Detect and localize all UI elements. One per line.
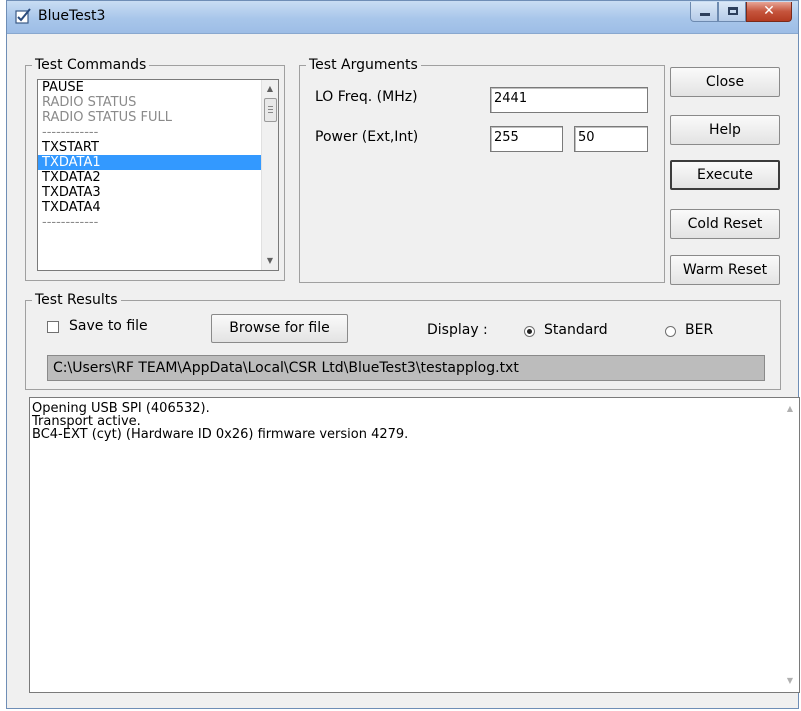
display-ber-radio[interactable] — [665, 326, 676, 337]
checkbox-check-icon — [15, 8, 31, 24]
caption-buttons: ✕ — [690, 2, 792, 23]
help-button[interactable]: Help — [670, 115, 780, 145]
warm-reset-button[interactable]: Warm Reset — [670, 255, 780, 285]
test-commands-list: PAUSE RADIO STATUS RADIO STATUS FULL ------… — [38, 80, 261, 230]
list-item[interactable]: TXDATA2 — [38, 170, 261, 185]
window-title: BlueTest3 — [38, 8, 106, 24]
log-path-field[interactable]: C:\Users\RF TEAM\AppData\Local\CSR Ltd\B… — [47, 355, 765, 381]
list-item[interactable]: ------------ — [38, 125, 261, 140]
execute-button[interactable]: Execute — [670, 160, 780, 190]
lo-freq-input[interactable]: 2441 — [490, 87, 648, 113]
maximize-icon — [728, 7, 738, 15]
minimize-button[interactable] — [690, 2, 718, 22]
maximize-button[interactable] — [718, 2, 746, 22]
output-line: BC4-EXT (cyt) (Hardware ID 0x26) firmwar… — [32, 427, 409, 442]
save-to-file-label: Save to file — [69, 318, 148, 334]
display-label: Display : — [427, 322, 488, 338]
radio-selected-dot-icon — [527, 329, 532, 334]
save-to-file-checkbox[interactable] — [47, 321, 59, 333]
test-commands-listbox[interactable]: PAUSE RADIO STATUS RADIO STATUS FULL ------… — [37, 79, 279, 271]
output-scrollbar[interactable]: ▲ ▼ — [782, 398, 799, 692]
scroll-thumb[interactable] — [264, 98, 277, 122]
list-item[interactable]: RADIO STATUS FULL — [38, 110, 261, 125]
test-arguments-legend: Test Arguments — [306, 57, 421, 73]
scroll-up-arrow-icon[interactable]: ▲ — [262, 81, 278, 97]
power-label: Power (Ext,Int) — [315, 129, 419, 145]
close-icon: ✕ — [763, 3, 775, 19]
close-button[interactable]: Close — [670, 67, 780, 97]
minimize-icon — [700, 13, 710, 16]
cold-reset-button[interactable]: Cold Reset — [670, 209, 780, 239]
scroll-up-arrow-icon[interactable]: ▲ — [782, 401, 798, 417]
test-commands-legend: Test Commands — [32, 57, 150, 73]
lo-freq-label: LO Freq. (MHz) — [315, 89, 418, 105]
output-lines: Opening USB SPI (406532). Transport activ… — [32, 402, 408, 441]
close-window-button[interactable]: ✕ — [746, 2, 792, 22]
list-item[interactable]: TXSTART — [38, 140, 261, 155]
display-standard-radio[interactable] — [524, 326, 535, 337]
display-ber-label: BER — [685, 322, 714, 338]
bluetest3-window: BlueTest3 ✕ Test Commands PAUSE RADIO STA… — [6, 0, 800, 709]
list-item[interactable]: TXDATA4 — [38, 200, 261, 215]
title-bar[interactable]: BlueTest3 ✕ — [7, 1, 798, 34]
output-textarea[interactable]: Opening USB SPI (406532). Transport activ… — [29, 397, 800, 693]
power-ext-input[interactable]: 255 — [490, 126, 563, 152]
list-item[interactable]: RADIO STATUS — [38, 95, 261, 110]
list-item[interactable]: PAUSE — [38, 80, 261, 95]
list-item[interactable]: ------------ — [38, 215, 261, 230]
list-item[interactable]: TXDATA1 — [38, 155, 261, 170]
power-int-input[interactable]: 50 — [574, 126, 648, 152]
scroll-down-arrow-icon[interactable]: ▼ — [782, 673, 798, 689]
browse-for-file-button[interactable]: Browse for file — [211, 314, 348, 343]
test-commands-scrollbar[interactable]: ▲ ▼ — [261, 80, 278, 270]
display-standard-label: Standard — [544, 322, 608, 338]
test-results-legend: Test Results — [32, 292, 121, 308]
list-item[interactable]: TXDATA3 — [38, 185, 261, 200]
scroll-down-arrow-icon[interactable]: ▼ — [262, 253, 278, 269]
